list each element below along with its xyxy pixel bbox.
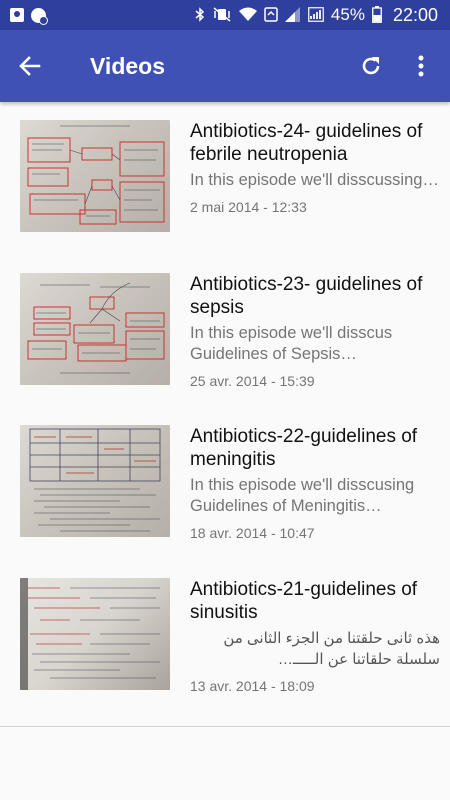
page-title: Videos: [90, 52, 165, 79]
video-description: هذه ثانى حلقتنا من الجزء الثانى من سلسلة…: [223, 629, 440, 668]
video-description: In this episode we'll disscussing…: [190, 171, 439, 189]
video-title: Antibiotics-23- guidelines of sepsis: [190, 273, 423, 318]
vibrate-mute-icon: [212, 6, 232, 24]
cell-signal-2-icon: [308, 6, 324, 24]
refresh-icon: [362, 57, 380, 75]
status-bar: 45% 22:00: [0, 0, 450, 30]
more-options-button[interactable]: [396, 30, 446, 102]
data-saver-icon: [264, 6, 278, 24]
video-title: Antibiotics-22-guidelines of meningitis: [190, 426, 418, 470]
video-description: In this episode we'll disscusing Guideli…: [190, 476, 415, 515]
video-thumbnail: [20, 425, 170, 537]
video-thumbnail: [20, 577, 170, 690]
status-system-icons: 45% 22:00: [195, 5, 438, 26]
video-list: Antibiotics-24- guidelines of febrile ne…: [0, 102, 450, 712]
video-thumbnail: [20, 120, 170, 232]
video-date: 13 avr. 2014 - 18:09: [190, 677, 315, 694]
refresh-button[interactable]: [346, 30, 396, 102]
bluetooth-icon: [195, 6, 205, 24]
battery-icon: [372, 5, 382, 25]
messenger-notification-icon: [31, 7, 48, 25]
app-toolbar: Videos: [0, 30, 450, 102]
video-date: 18 avr. 2014 - 10:47: [190, 525, 315, 541]
status-notifications: [10, 7, 48, 25]
clock: 22:00: [392, 4, 438, 25]
video-title: Antibiotics-21-guidelines of sinusitis: [190, 578, 418, 623]
video-title: Antibiotics-24- guidelines of febrile ne…: [190, 121, 423, 165]
video-list-item[interactable]: Antibiotics-24- guidelines of febrile ne…: [0, 102, 450, 255]
video-date: 2 mai 2014 - 12:33: [190, 199, 307, 215]
wifi-icon: [238, 7, 257, 24]
battery-percentage: 45%: [330, 5, 365, 24]
more-vert-icon: [418, 55, 424, 77]
back-button[interactable]: [0, 30, 60, 102]
cell-signal-icon: [284, 6, 301, 24]
video-list-item[interactable]: Antibiotics-22-guidelines of meningitis …: [0, 407, 450, 560]
video-date: 25 avr. 2014 - 15:39: [190, 372, 315, 389]
video-list-item[interactable]: Antibiotics-23- guidelines of sepsis In …: [0, 255, 450, 408]
video-description: In this episode we'll disscus Guidelines…: [190, 323, 393, 363]
video-thumbnail: [20, 272, 170, 385]
arrow-back-icon: [19, 56, 41, 76]
video-list-item[interactable]: Antibiotics-21-guidelines of sinusitis ه…: [0, 560, 450, 713]
list-end-divider: [0, 726, 450, 727]
gallery-notification-icon: [10, 8, 24, 22]
